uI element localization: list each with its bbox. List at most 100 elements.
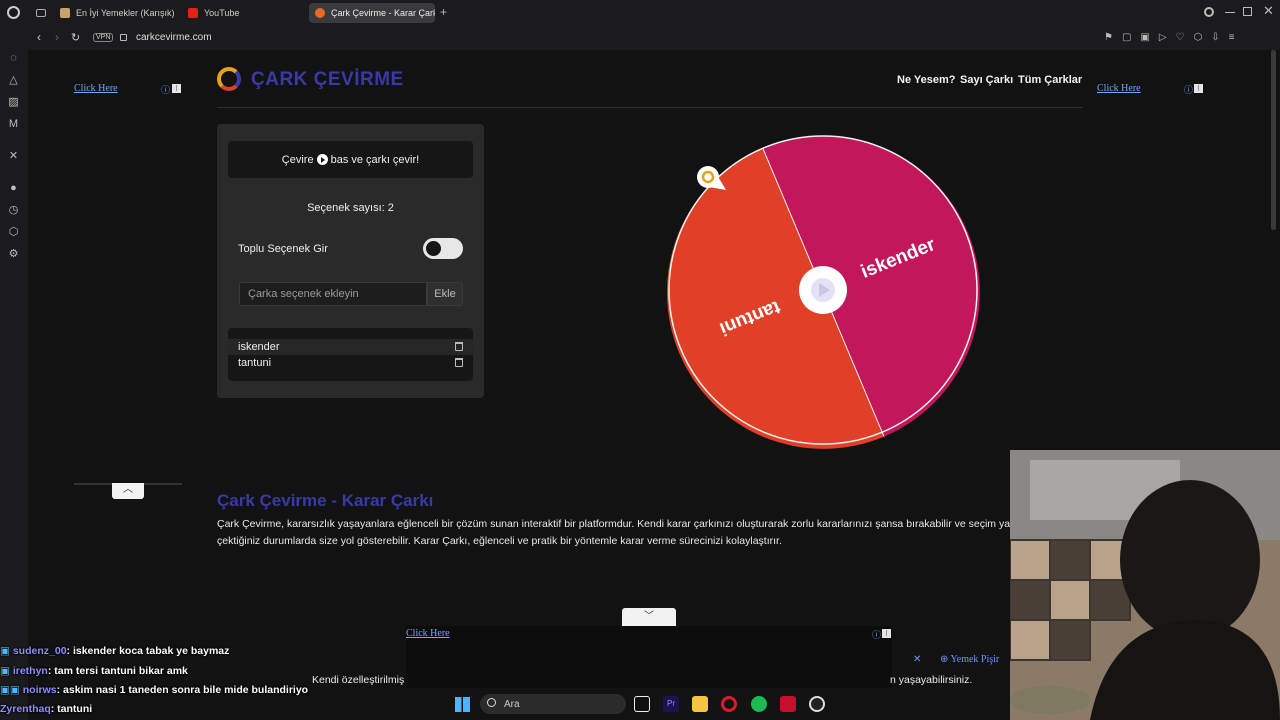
play-icon <box>316 154 328 165</box>
address-bar: ‹ › ↻ VPN carkcevirme.com ⚑▢▣▷♡⬡⇩≡ <box>28 26 1280 50</box>
close-window-icon[interactable]: ✕ <box>1263 3 1274 19</box>
extensions-icon[interactable]: ⬡ <box>7 226 20 239</box>
nav-sayi-carki[interactable]: Sayı Çarkı <box>960 74 1013 86</box>
option-label: tantuni <box>238 357 272 369</box>
option-list: iskender tantuni <box>228 328 473 381</box>
x-twitter-icon[interactable]: ✕ <box>7 150 20 163</box>
ad-close-icon[interactable]: ⁝ <box>172 84 181 93</box>
forward-icon[interactable]: › <box>55 30 59 44</box>
webcam-overlay <box>1010 450 1280 720</box>
settings-icon[interactable]: ⚙ <box>7 248 20 261</box>
tab-cark-cevirme[interactable]: Çark Çevirme - Karar Çarkı <box>309 3 435 23</box>
nav-tum-carklar[interactable]: Tüm Çarklar <box>1018 74 1082 86</box>
bottom-text-right: n yaşayabilirsiniz. <box>890 674 973 686</box>
spin-instruction[interactable]: Çevire bas ve çarkı çevir! <box>228 141 473 178</box>
ad-link-right[interactable]: Click Here <box>1097 83 1141 94</box>
bottom-ad-link[interactable]: Click Here <box>406 628 450 639</box>
reload-icon[interactable]: ↻ <box>71 31 80 44</box>
taskbar-search-box[interactable] <box>480 694 626 714</box>
premiere-icon[interactable]: Pr <box>663 696 679 712</box>
voicemod-icon[interactable] <box>780 696 796 712</box>
list-item: tantuni <box>228 355 473 371</box>
bottom-ad-cta[interactable]: ⊕ Yemek Pişir <box>940 654 999 665</box>
add-option-button[interactable]: Ekle <box>427 282 463 306</box>
chat-text: : askim nasi 1 taneden sonra bile mide b… <box>56 684 309 696</box>
chat-username: noirws <box>22 684 57 696</box>
search-tabs-icon[interactable] <box>1204 7 1214 17</box>
minimize-icon[interactable] <box>1225 12 1235 13</box>
toggle-knob <box>426 241 441 256</box>
ad-collapse-button[interactable]: ︿ <box>112 483 144 499</box>
spin-wheel[interactable]: iskender tantuni <box>658 130 988 450</box>
section-body-2: çektiğiniz durumlarda size yol gösterebi… <box>217 535 782 547</box>
toolbar-icons: ⚑▢▣▷♡⬡⇩≡ <box>1104 32 1244 43</box>
restore-icon[interactable] <box>1243 7 1252 16</box>
bottom-ad-close-button[interactable]: ✕ <box>913 654 921 665</box>
page-scrollbar[interactable] <box>1271 50 1276 230</box>
chat-message: ▣ irethyn: tam tersi tantuni bikar amk <box>0 665 188 677</box>
chat-username: sudenz_00 <box>12 645 67 657</box>
bulk-input-label: Toplu Seçenek Gir <box>238 243 328 255</box>
vpn-badge[interactable]: VPN <box>93 33 114 42</box>
option-count: Seçenek sayısı: 2 <box>307 202 394 214</box>
spin-suffix: bas ve çarkı çevir! <box>330 153 420 166</box>
messenger-icon[interactable]: M <box>7 118 20 131</box>
flow-icon[interactable]: △ <box>7 74 20 87</box>
site-logo-text[interactable]: ÇARK ÇEVİRME <box>251 69 404 91</box>
trash-icon[interactable] <box>455 358 463 367</box>
add-circle-icon: ⊕ <box>940 654 949 665</box>
aria-icon[interactable]: ◌ <box>7 52 20 65</box>
food-favicon-icon <box>60 8 70 18</box>
capcut-icon[interactable] <box>634 696 650 712</box>
ad-link-left[interactable]: Click Here <box>74 83 118 94</box>
trash-icon[interactable] <box>455 342 463 351</box>
tab-overview-icon[interactable] <box>36 9 46 17</box>
lock-icon <box>120 34 127 41</box>
ad-info-icon[interactable]: ⓘ <box>872 628 881 641</box>
tab-label: Çark Çevirme - Karar Çarkı <box>331 8 435 18</box>
chat-username: Zyrenthaq <box>0 703 51 715</box>
tab-label: En İyi Yemekler (Karışık) <box>76 8 174 18</box>
url-field[interactable]: carkcevirme.com <box>136 32 212 43</box>
opera-logo-icon[interactable] <box>7 6 20 19</box>
option-input[interactable]: Çarka seçenek ekleyin <box>239 282 427 306</box>
section-heading: Çark Çevirme - Karar Çarkı <box>217 491 434 510</box>
cark-favicon-icon <box>315 8 325 18</box>
youtube-icon <box>188 8 198 18</box>
control-panel: Çevire bas ve çarkı çevir! Seçenek sayıs… <box>217 124 484 398</box>
spotify-icon[interactable] <box>751 696 767 712</box>
opera-icon[interactable] <box>721 696 737 712</box>
new-tab-button[interactable]: + <box>440 5 447 19</box>
chat-username: irethyn <box>12 665 48 677</box>
taskbar-search-placeholder: Ara <box>504 699 520 710</box>
chat-message: ▣ sudenz_00: iskender koca tabak ye baym… <box>0 645 229 657</box>
obs-icon[interactable] <box>809 696 825 712</box>
history-icon[interactable]: ◷ <box>7 204 20 217</box>
chat-badge-icon: ▣ <box>0 645 10 657</box>
search-icon <box>487 698 496 707</box>
wallet-icon[interactable]: ▨ <box>7 96 20 109</box>
option-label: iskender <box>238 341 280 353</box>
ad-info-icon[interactable]: ⓘ <box>1184 83 1193 96</box>
tab-food-list[interactable]: En İyi Yemekler (Karışık) <box>54 3 174 23</box>
music-icon[interactable]: ● <box>7 182 20 195</box>
chat-message: Zyrenthaq: tantuni <box>0 703 92 715</box>
list-item: iskender <box>228 339 473 355</box>
tab-youtube[interactable]: YouTube <box>182 3 302 23</box>
windows-start-icon[interactable] <box>455 697 470 712</box>
spin-prefix: Çevire <box>281 153 314 166</box>
ad-close-icon[interactable]: ⁝ <box>1194 84 1203 93</box>
file-explorer-icon[interactable] <box>692 696 708 712</box>
ad-info-icon[interactable]: ⓘ <box>161 83 170 96</box>
bottom-ad-collapse-button[interactable]: ﹀ <box>622 608 676 627</box>
browser-sidebar: ◌ △ ▨ M ✕ ● ◷ ⬡ ⚙ <box>0 26 28 720</box>
nav-ne-yesem[interactable]: Ne Yesem? <box>897 74 956 86</box>
chat-message: ▣▣ noirws: askim nasi 1 taneden sonra bi… <box>0 684 308 696</box>
browser-tab-bar: En İyi Yemekler (Karışık) YouTube Çark Ç… <box>0 0 1280 26</box>
back-icon[interactable]: ‹ <box>37 30 41 44</box>
site-logo-icon[interactable] <box>217 67 241 91</box>
ad-close-icon[interactable]: ⁝ <box>882 629 891 638</box>
bulk-input-toggle[interactable] <box>423 238 463 259</box>
chat-badge-icon: ▣▣ <box>0 684 20 696</box>
header-divider <box>217 107 1083 108</box>
